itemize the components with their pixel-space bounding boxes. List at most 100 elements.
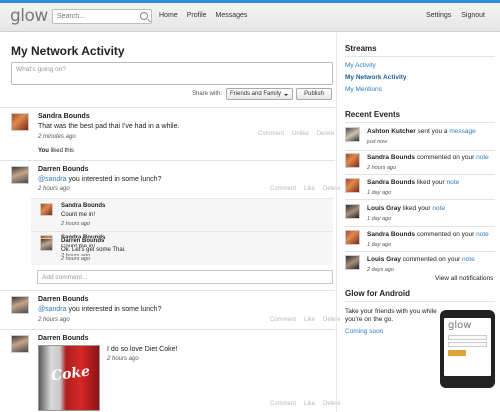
avatar[interactable] [11, 113, 29, 131]
comment-link[interactable]: Comment [270, 317, 296, 323]
reply-text: Count me in! [61, 212, 96, 218]
avatar[interactable] [11, 335, 29, 353]
nav-settings[interactable]: Settings [426, 12, 451, 19]
search-icon[interactable] [140, 12, 148, 20]
event-time: 2 days ago [367, 267, 394, 273]
event-time: 1 day ago [367, 216, 392, 222]
comment-link[interactable]: Comment [270, 186, 296, 192]
comment-link[interactable]: Comment [270, 401, 296, 407]
reply-author[interactable]: Darren Bounds [61, 238, 105, 244]
post-author[interactable]: Darren Bounds [38, 335, 89, 342]
avatar[interactable] [345, 230, 360, 245]
divider [345, 56, 495, 57]
phone-button [448, 350, 466, 356]
view-all-notifications-link[interactable]: View all notifications [435, 275, 493, 282]
event-item: Ashton Kutcher sent you a message just n… [345, 127, 495, 149]
divider [345, 150, 495, 151]
avatar[interactable] [11, 166, 29, 184]
event-link[interactable]: note [446, 179, 459, 186]
android-description: Take your friends with you while [345, 308, 437, 315]
page-title: My Network Activity [11, 44, 125, 58]
publish-button[interactable]: Publish [296, 88, 332, 100]
post-text: @sandra you interested in some lunch? [38, 176, 162, 183]
event-user[interactable]: Sandra Bounds [367, 179, 415, 186]
post-author[interactable]: Darren Bounds [38, 166, 89, 173]
diet-coke-photo[interactable]: Coke [38, 345, 100, 411]
liker-name[interactable]: You [38, 148, 49, 154]
divider [0, 290, 335, 291]
comment-link[interactable]: Comment [258, 131, 284, 137]
event-user[interactable]: Louis Gray [367, 205, 401, 212]
divider [345, 174, 495, 175]
avatar[interactable] [40, 203, 53, 216]
stream-my-network-activity[interactable]: My Network Activity [345, 74, 407, 81]
search-input[interactable] [53, 10, 133, 23]
event-user[interactable]: Sandra Bounds [367, 154, 415, 161]
event-user[interactable]: Ashton Kutcher [367, 128, 416, 135]
add-comment-input[interactable]: Add comment... [37, 270, 333, 284]
coming-soon-link[interactable]: Coming soon [345, 328, 383, 335]
search-box[interactable] [52, 9, 152, 24]
avatar[interactable] [11, 296, 29, 314]
delete-link[interactable]: Delete [317, 131, 334, 137]
android-heading: Glow for Android [345, 289, 411, 298]
avatar[interactable] [345, 178, 360, 193]
likes-text: You liked this [38, 148, 74, 154]
avatar[interactable] [345, 127, 360, 142]
event-link[interactable]: note [476, 154, 489, 161]
avatar[interactable] [345, 204, 360, 219]
post-author[interactable]: Darren Bounds [38, 296, 89, 303]
event-item: Sandra Bounds commented on your note 2 h… [345, 153, 495, 175]
post-time: 2 hours ago [38, 186, 70, 192]
like-link[interactable]: Like [304, 401, 315, 407]
divider [0, 160, 335, 161]
stream-my-mentions[interactable]: My Mentions [345, 86, 382, 93]
reply-author[interactable]: Sandra Bounds [61, 203, 105, 209]
recent-events-heading: Recent Events [345, 110, 401, 119]
post-time: 2 minutes ago [38, 134, 76, 140]
nav-home[interactable]: Home [159, 12, 178, 19]
like-link[interactable]: Like [304, 186, 315, 192]
reply-text: Ok. Let's get some Thai. [61, 247, 126, 253]
like-link[interactable]: Like [304, 317, 315, 323]
phone-field [448, 342, 487, 347]
unlike-link[interactable]: Unlike [292, 131, 309, 137]
post-author[interactable]: Sandra Bounds [38, 113, 90, 120]
top-bar: glow Home Profile Messages Settings Signout [0, 0, 500, 32]
event-item: Sandra Bounds liked your note 1 day ago [345, 178, 495, 200]
mention-link[interactable]: @sandra [38, 306, 67, 313]
main-nav: Home Profile Messages [159, 12, 256, 19]
glow-logo[interactable]: glow [10, 6, 48, 26]
photo-label: Coke [50, 363, 92, 385]
mention-link[interactable]: @sandra [38, 176, 67, 183]
avatar[interactable] [40, 238, 53, 251]
avatar[interactable] [345, 255, 360, 270]
reply-time: 2 hours ago [61, 221, 91, 227]
post-text: I do so love Diet Coke! [107, 346, 178, 353]
post-actions: Comment Like Delete [262, 186, 340, 192]
divider [345, 226, 495, 227]
share-with-select[interactable]: Friends and Family [226, 88, 293, 100]
post-actions: Comment Like Delete [262, 401, 340, 407]
divider [345, 122, 495, 123]
status-input[interactable]: What's going on? [11, 62, 333, 85]
nav-messages[interactable]: Messages [216, 12, 248, 19]
event-link[interactable]: note [476, 231, 489, 238]
event-link[interactable]: note [462, 256, 475, 263]
avatar[interactable] [345, 153, 360, 168]
event-link[interactable]: message [449, 128, 475, 135]
event-link[interactable]: note [432, 205, 445, 212]
event-time: 1 day ago [367, 242, 392, 248]
event-user[interactable]: Louis Gray [367, 256, 401, 263]
nav-profile[interactable]: Profile [187, 12, 207, 19]
nav-signout[interactable]: Signout [461, 12, 485, 19]
event-user[interactable]: Sandra Bounds [367, 231, 415, 238]
android-phone-image: glow [440, 310, 495, 388]
phone-field [448, 335, 487, 340]
divider [345, 199, 495, 200]
stream-my-activity[interactable]: My Activity [345, 62, 376, 69]
post-time: 2 hours ago [107, 356, 139, 362]
account-nav: Settings Signout [416, 12, 485, 19]
event-item: Sandra Bounds commented on your note 1 d… [345, 230, 495, 252]
event-item: Louis Gray liked your note 1 day ago [345, 204, 495, 226]
